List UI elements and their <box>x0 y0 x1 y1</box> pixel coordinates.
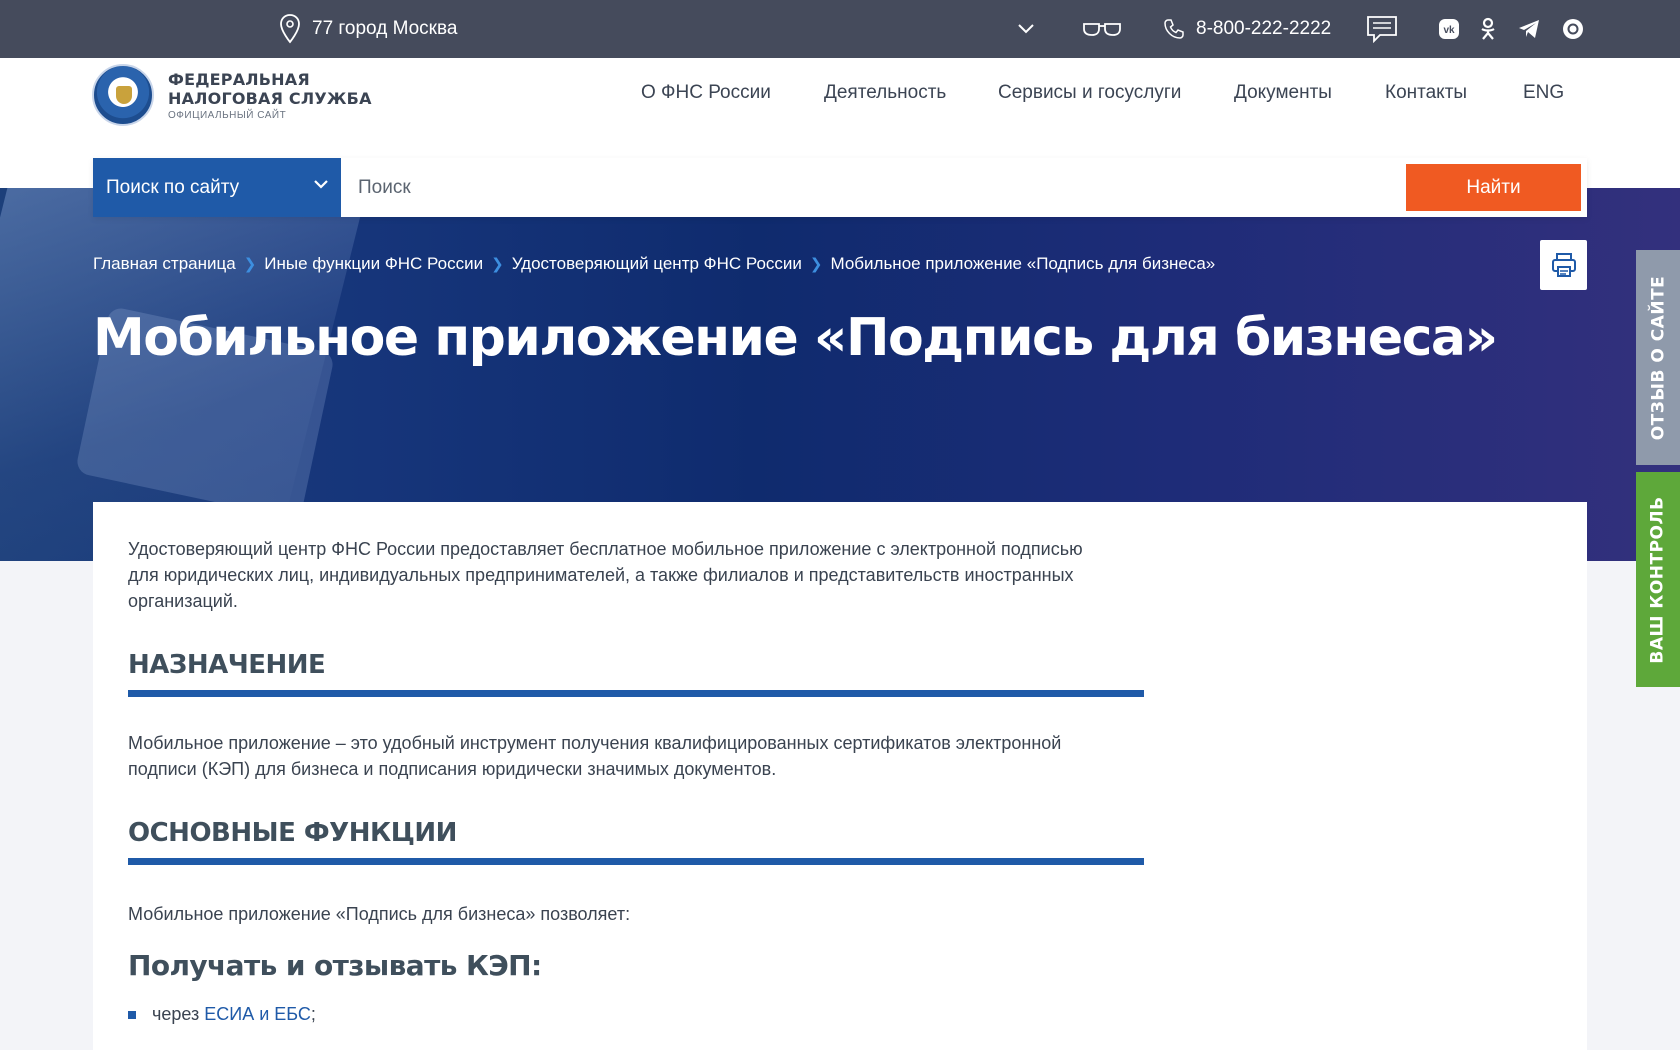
your-control-label: ВАШ КОНТРОЛЬ <box>1648 495 1669 664</box>
nav-item-activity[interactable]: Деятельность <box>824 82 946 104</box>
phone-number: 8-800-222-2222 <box>1196 18 1332 39</box>
search-input[interactable] <box>341 158 1397 217</box>
chevron-right-icon: ❯ <box>809 256 823 273</box>
breadcrumb: Главная страница ❯ Иные функции ФНС Росс… <box>93 254 1215 274</box>
section-divider <box>128 858 1144 865</box>
intro-paragraph: Удостоверяющий центр ФНС России предоста… <box>128 539 1083 611</box>
region-selector[interactable]: 77 город Москва <box>280 0 457 58</box>
nav-item-about[interactable]: О ФНС России <box>641 82 771 104</box>
chevron-right-icon: ❯ <box>491 256 504 273</box>
nav-item-services[interactable]: Сервисы и госуслуги <box>998 82 1181 104</box>
content-card: Удостоверяющий центр ФНС России предоста… <box>93 502 1587 1050</box>
breadcrumb-other-functions[interactable]: Иные функции ФНС России <box>264 254 483 274</box>
site-feedback-tab[interactable]: ОТЗЫВ О САЙТЕ <box>1636 250 1680 465</box>
breadcrumb-certification-center[interactable]: Удостоверяющий центр ФНС России <box>512 254 802 274</box>
region-label: 77 город Москва <box>312 18 458 39</box>
print-button[interactable] <box>1540 240 1587 290</box>
site-feedback-label: ОТЗЫВ О САЙТЕ <box>1648 275 1668 440</box>
functions-intro: Мобильное приложение «Подпись для бизнес… <box>128 904 631 924</box>
vk-icon[interactable]: vk <box>1438 0 1460 58</box>
nav-item-eng[interactable]: ENG <box>1523 82 1564 104</box>
breadcrumb-current: Мобильное приложение «Подпись для бизнес… <box>830 254 1216 273</box>
bullet-icon <box>128 1010 136 1019</box>
section-divider <box>128 690 1144 697</box>
page-title: Мобильное приложение «Подпись для бизнес… <box>93 308 1498 368</box>
phone-icon <box>1164 19 1184 39</box>
list-item: через ЕСИА и ЕБС ; <box>128 1004 1144 1025</box>
subheading-get-kep: Получать и отзывать КЭП: <box>128 949 542 982</box>
purpose-paragraph: Мобильное приложение – это удобный инстр… <box>128 733 1062 779</box>
chevron-down-icon <box>314 180 328 189</box>
top-bar: 77 город Москва 8-800-222-2222 vk <box>0 0 1680 58</box>
hotline-phone[interactable]: 8-800-222-2222 <box>1164 0 1331 58</box>
search-button[interactable]: Найти <box>1406 164 1581 211</box>
article-body: Удостоверяющий центр ФНС России предоста… <box>128 536 1144 1025</box>
nav-item-documents[interactable]: Документы <box>1234 82 1332 104</box>
breadcrumb-home[interactable]: Главная страница <box>93 254 236 274</box>
section-heading-purpose: НАЗНАЧЕНИЕ <box>128 650 326 680</box>
telegram-icon[interactable] <box>1518 0 1540 58</box>
your-control-tab[interactable]: ВАШ КОНТРОЛЬ <box>1636 472 1680 687</box>
chevron-down-icon[interactable] <box>1018 0 1034 58</box>
search-scope-select[interactable]: Поиск по сайту <box>93 158 341 217</box>
printer-icon <box>1551 253 1576 277</box>
section-heading-functions: ОСНОВНЫЕ ФУНКЦИИ <box>128 818 457 848</box>
glasses-icon[interactable] <box>1082 0 1122 58</box>
max-icon[interactable] <box>1562 0 1584 58</box>
main-nav: О ФНС России Деятельность Сервисы и госу… <box>0 82 1680 114</box>
site-search: Поиск по сайту Найти <box>93 158 1587 217</box>
nav-item-contacts[interactable]: Контакты <box>1385 82 1467 104</box>
esia-ebs-link[interactable]: ЕСИА и ЕБС <box>204 1004 311 1025</box>
search-scope-label: Поиск по сайту <box>106 176 240 198</box>
svg-text:vk: vk <box>1443 25 1455 36</box>
odnoklassniki-icon[interactable] <box>1480 0 1496 58</box>
location-pin-icon <box>280 14 300 44</box>
chevron-right-icon: ❯ <box>243 256 257 273</box>
chat-icon[interactable] <box>1366 0 1398 58</box>
